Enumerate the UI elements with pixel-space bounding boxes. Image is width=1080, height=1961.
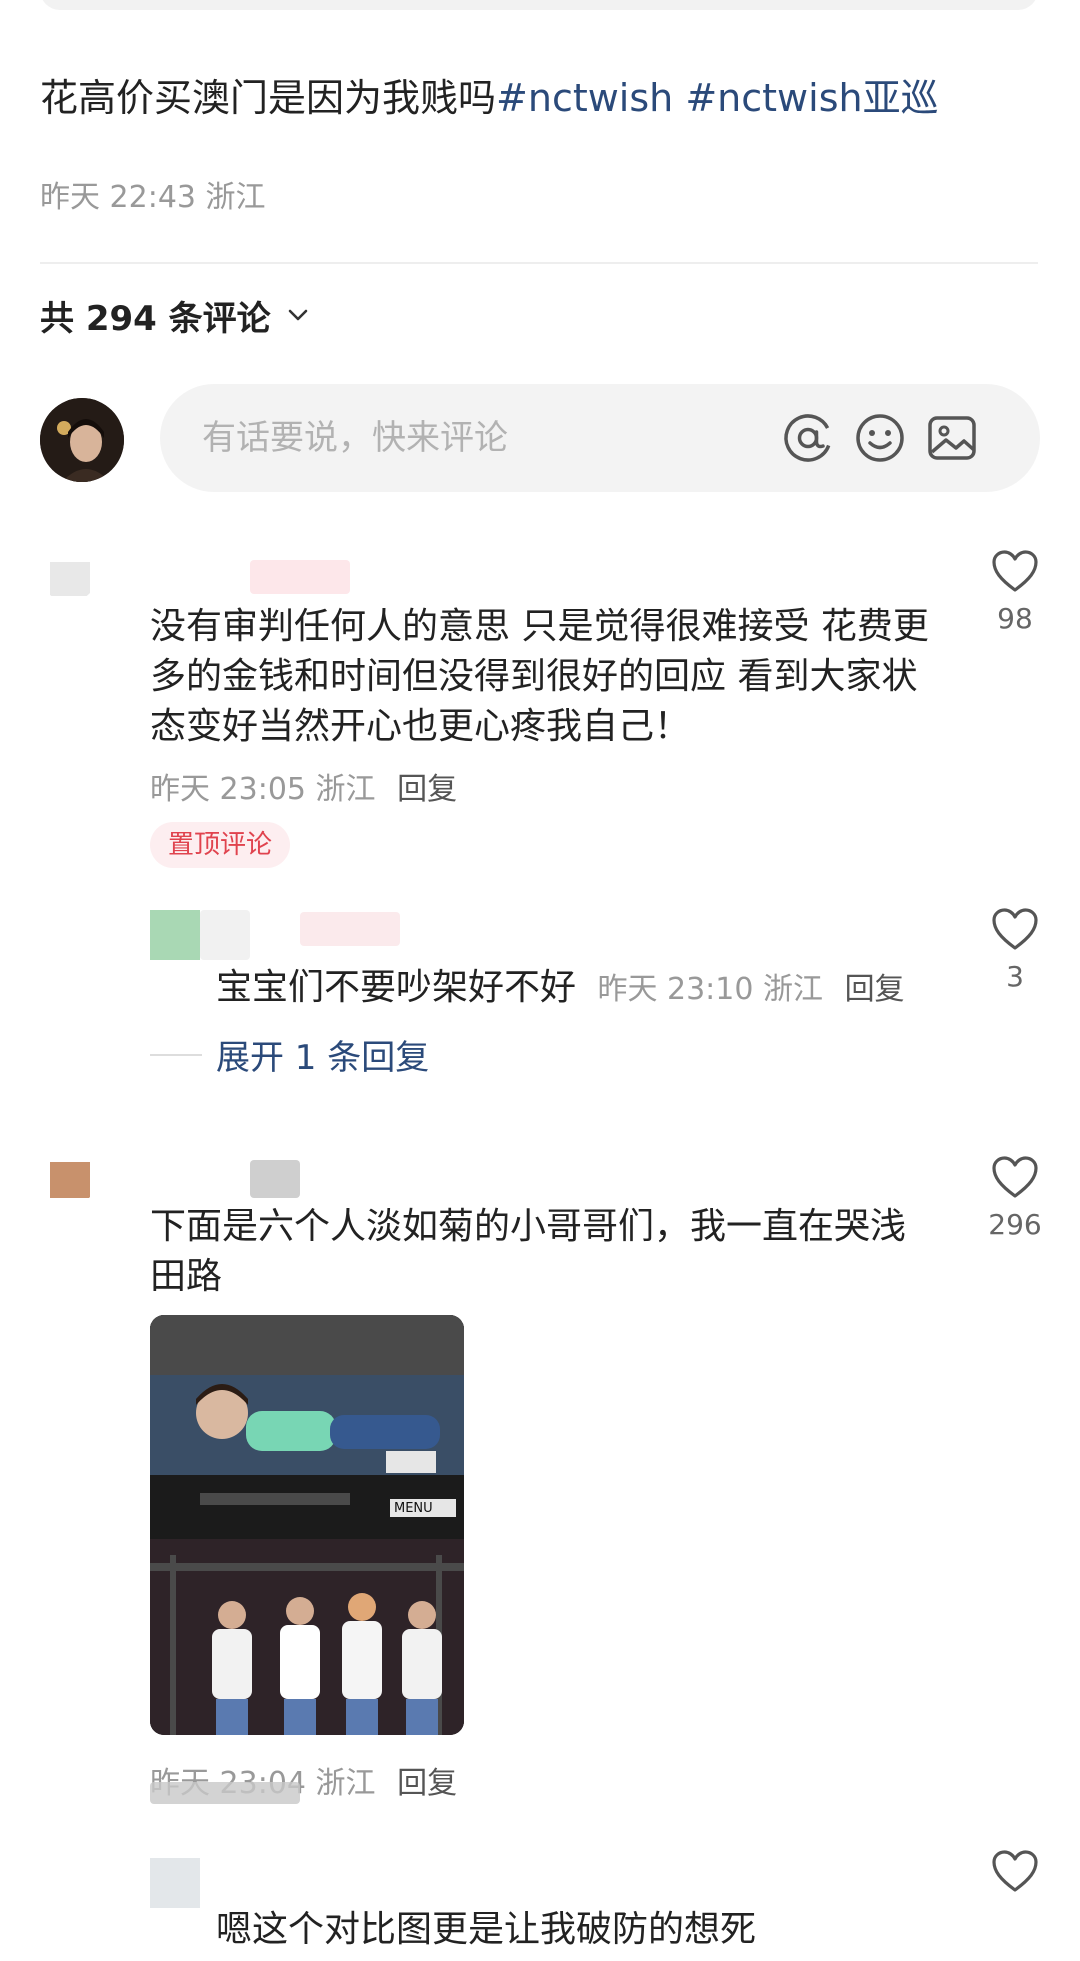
reply-avatar[interactable] [150, 910, 200, 960]
comment-location: 浙江 [315, 772, 376, 807]
avatar-image [150, 910, 200, 960]
post-body: 花高价买澳门是因为我贱吗 [40, 76, 497, 120]
comment-text: 没有审判任何人的意思 只是觉得很难接受 花费更多的金钱和时间但没得到很好的回应 … [150, 606, 929, 747]
reply-button[interactable]: 回复 [397, 1766, 457, 1801]
like-count: 98 [997, 602, 1033, 635]
reply-text: 宝宝们不要吵架好不好 [216, 967, 577, 1008]
comment-text: 下面是六个人淡如菊的小哥哥们，我一直在哭浅田路 [150, 1206, 907, 1297]
emoji-icon[interactable] [852, 410, 908, 466]
like-button[interactable] [980, 1848, 1050, 1894]
previous-card-edge [40, 0, 1038, 10]
expand-replies-button[interactable]: 展开 1 条回复 [150, 1030, 429, 1079]
reply-time: 昨天 23:10 [597, 972, 754, 1007]
reply-button[interactable]: 回复 [397, 772, 457, 807]
heart-icon [992, 908, 1038, 950]
comment-meta: 昨天 23:05 浙江 回复 [150, 764, 457, 808]
image-icon[interactable] [924, 410, 980, 466]
comment-count-label: 共 294 条评论 [40, 298, 271, 339]
post-text: 花高价买澳门是因为我贱吗#nctwish #nctwish亚巡 [40, 70, 939, 126]
comment-input-box[interactable] [160, 384, 1040, 492]
pinned-badge: 置顶评论 [150, 822, 291, 868]
avatar-image [40, 544, 98, 602]
concert-photo: MENU [150, 1315, 464, 1735]
reply-button[interactable]: 回复 [845, 972, 905, 1007]
avatar-image [150, 1858, 200, 1908]
comment-input[interactable] [202, 384, 762, 492]
heart-icon [992, 1850, 1038, 1892]
hashtag-nctwish[interactable]: #nctwish [496, 76, 673, 120]
blur-overlay [150, 1782, 300, 1804]
like-button[interactable]: 296 [980, 1154, 1050, 1241]
comment-image[interactable]: MENU [150, 1315, 464, 1735]
hashtag-nctwish-tour[interactable]: #nctwish亚巡 [685, 76, 938, 120]
commenter-name[interactable] [250, 560, 350, 594]
expand-line [150, 1053, 202, 1056]
divider [40, 262, 1038, 264]
post-location: 浙江 [205, 180, 266, 215]
post-meta: 昨天 22:43 浙江 [40, 172, 266, 216]
heart-icon [992, 1156, 1038, 1198]
reply-location: 浙江 [763, 972, 824, 1007]
comment-time: 昨天 23:05 [150, 772, 306, 807]
commenter-avatar[interactable] [150, 1858, 200, 1908]
like-button[interactable]: 98 [980, 548, 1050, 635]
commenter-avatar[interactable] [40, 544, 98, 602]
reply-name[interactable] [300, 912, 400, 946]
at-icon[interactable] [780, 410, 836, 466]
like-count: 3 [1006, 960, 1024, 993]
like-count: 296 [988, 1208, 1042, 1241]
reply-meta: 昨天 23:10 浙江 回复 [597, 972, 904, 1007]
image-menu-label: MENU [394, 1501, 433, 1516]
expand-replies-label: 展开 1 条回复 [216, 1038, 430, 1078]
my-avatar[interactable] [40, 398, 124, 482]
reply-content: 宝宝们不要吵架好不好 昨天 23:10 浙江 回复 [216, 958, 905, 1010]
commenter-name[interactable] [250, 1160, 300, 1198]
post-time: 昨天 22:43 [40, 180, 196, 215]
comment-location: 浙江 [315, 1766, 376, 1801]
avatar-image [40, 1148, 98, 1206]
like-button[interactable]: 3 [980, 906, 1050, 993]
comment-text: 嗯这个对比图更是让我破防的想死 [216, 1909, 757, 1950]
commenter-avatar[interactable] [40, 1148, 98, 1206]
heart-icon [992, 550, 1038, 592]
chevron-down-icon [288, 309, 307, 321]
reply-avatar-blur [200, 910, 250, 960]
avatar-image [40, 398, 124, 482]
comment-sort-toggle[interactable]: 共 294 条评论 [40, 290, 311, 340]
